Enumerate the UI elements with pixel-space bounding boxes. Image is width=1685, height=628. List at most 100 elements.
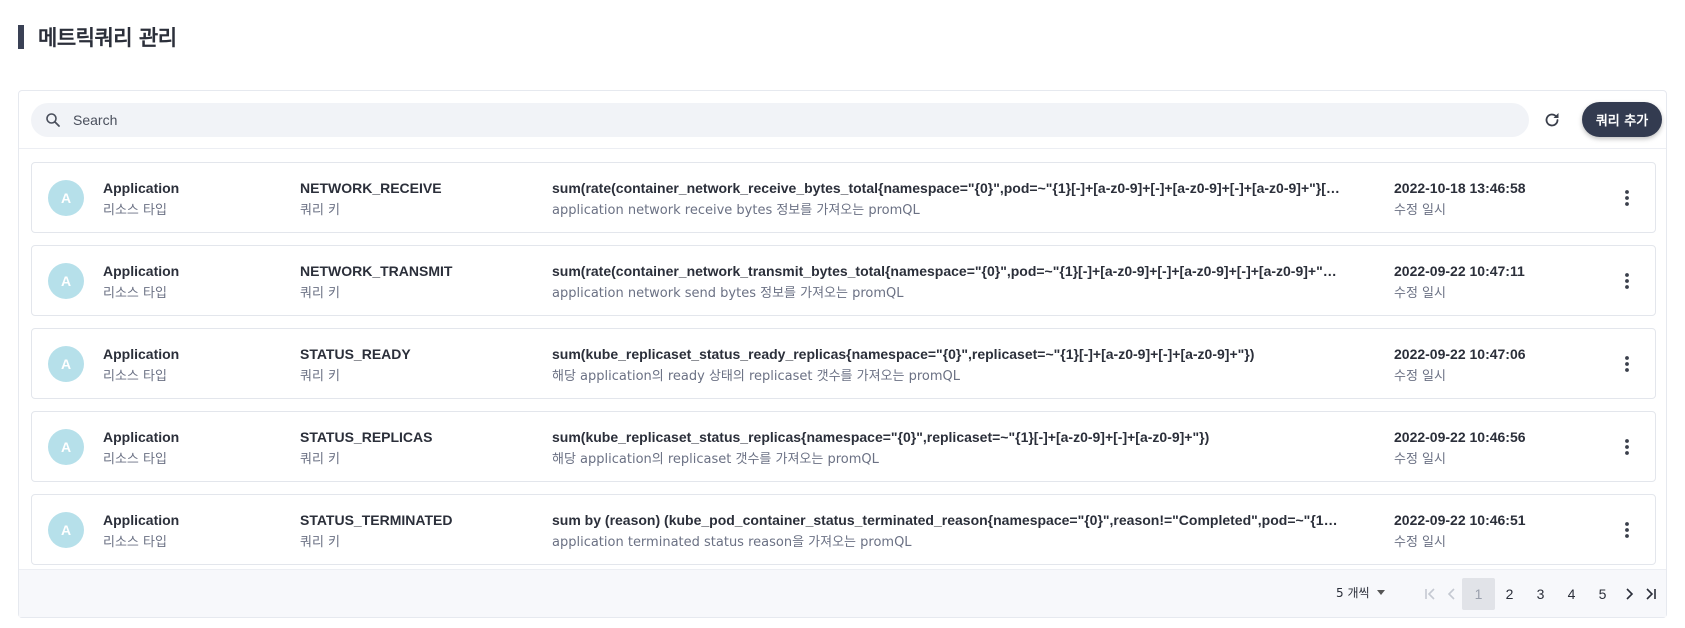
page-number-5[interactable]: 5	[1586, 578, 1619, 610]
caret-down-icon	[1376, 590, 1385, 595]
query-row[interactable]: A Application 리소스 타입 STATUS_TERMINATED 쿼…	[31, 494, 1656, 565]
modified-date-label: 수정 일시	[1394, 369, 1446, 384]
query-expression: sum by (reason) (kube_pod_container_stat…	[552, 512, 1342, 528]
query-description: application terminated status reason을 가져…	[552, 535, 912, 550]
resource-type-cell: Application 리소스 타입	[103, 344, 283, 386]
query-cell: sum by (reason) (kube_pod_container_stat…	[552, 510, 1342, 552]
query-key-cell: STATUS_READY 쿼리 키	[300, 344, 520, 386]
modified-date: 2022-09-22 10:47:11	[1394, 263, 1525, 279]
resource-type: Application	[103, 346, 180, 362]
toolbar: 쿼리 추가	[19, 91, 1666, 149]
page-numbers: 12345	[1462, 578, 1619, 610]
page-size-select[interactable]: 5 개씩	[1336, 584, 1385, 601]
page-title: 메트릭쿼리 관리	[38, 26, 177, 50]
resource-type-label: 리소스 타입	[103, 286, 167, 301]
query-key-label: 쿼리 키	[300, 203, 341, 218]
query-key: STATUS_READY	[300, 346, 411, 362]
more-button[interactable]	[1616, 518, 1638, 542]
query-key-label: 쿼리 키	[300, 535, 341, 550]
modified-date: 2022-09-22 10:47:06	[1394, 346, 1526, 362]
query-list: A Application 리소스 타입 NETWORK_RECEIVE 쿼리 …	[31, 162, 1656, 577]
query-expression: sum(rate(container_network_transmit_byte…	[552, 263, 1342, 279]
refresh-button[interactable]	[1539, 107, 1565, 133]
query-key: NETWORK_TRANSMIT	[300, 263, 453, 279]
page-number-3[interactable]: 3	[1524, 578, 1557, 610]
query-expression: sum(rate(container_network_receive_bytes…	[552, 180, 1342, 196]
query-cell: sum(kube_replicaset_status_ready_replica…	[552, 344, 1342, 386]
query-row[interactable]: A Application 리소스 타입 NETWORK_RECEIVE 쿼리 …	[31, 162, 1656, 233]
modified-date-label: 수정 일시	[1394, 286, 1446, 301]
first-page-icon	[1425, 588, 1435, 600]
query-description: 해당 application의 ready 상태의 replicaset 갯수를…	[552, 369, 961, 384]
query-description: 해당 application의 replicaset 갯수를 가져오는 prom…	[552, 452, 879, 467]
query-row[interactable]: A Application 리소스 타입 STATUS_REPLICAS 쿼리 …	[31, 411, 1656, 482]
resource-type-label: 리소스 타입	[103, 535, 167, 550]
query-row[interactable]: A Application 리소스 타입 NETWORK_TRANSMIT 쿼리…	[31, 245, 1656, 316]
add-query-button[interactable]: 쿼리 추가	[1582, 102, 1662, 137]
query-key: STATUS_TERMINATED	[300, 512, 453, 528]
query-key-label: 쿼리 키	[300, 369, 341, 384]
query-row[interactable]: A Application 리소스 타입 STATUS_READY 쿼리 키 s…	[31, 328, 1656, 399]
page-number-1[interactable]: 1	[1462, 578, 1495, 610]
query-description: application network send bytes 정보를 가져오는 …	[552, 286, 904, 301]
query-key-label: 쿼리 키	[300, 286, 341, 301]
last-page-button[interactable]	[1640, 579, 1662, 609]
avatar: A	[48, 180, 84, 216]
modified-date-label: 수정 일시	[1394, 203, 1446, 218]
more-button[interactable]	[1616, 352, 1638, 376]
avatar: A	[48, 429, 84, 465]
modified-date-cell: 2022-09-22 10:47:11 수정 일시	[1394, 261, 1594, 303]
page-size-label: 5 개씩	[1336, 586, 1370, 600]
search-box[interactable]	[31, 103, 1529, 137]
more-vertical-icon	[1625, 273, 1629, 289]
query-cell: sum(rate(container_network_receive_bytes…	[552, 178, 1342, 220]
chevron-left-icon	[1447, 588, 1455, 600]
query-cell: sum(rate(container_network_transmit_byte…	[552, 261, 1342, 303]
modified-date-cell: 2022-09-22 10:47:06 수정 일시	[1394, 344, 1594, 386]
pagination-bar: 5 개씩 12345	[19, 569, 1666, 617]
avatar: A	[48, 346, 84, 382]
modified-date-cell: 2022-09-22 10:46:56 수정 일시	[1394, 427, 1594, 469]
resource-type-cell: Application 리소스 타입	[103, 510, 283, 552]
title-accent-bar	[18, 25, 24, 49]
refresh-icon	[1545, 113, 1559, 127]
next-page-button[interactable]	[1618, 579, 1640, 609]
resource-type-label: 리소스 타입	[103, 369, 167, 384]
resource-type-cell: Application 리소스 타입	[103, 427, 283, 469]
modified-date: 2022-10-18 13:46:58	[1394, 180, 1526, 196]
query-key-cell: NETWORK_TRANSMIT 쿼리 키	[300, 261, 520, 303]
search-input[interactable]	[73, 112, 1473, 128]
modified-date-label: 수정 일시	[1394, 452, 1446, 467]
modified-date: 2022-09-22 10:46:56	[1394, 429, 1526, 445]
more-vertical-icon	[1625, 356, 1629, 372]
more-button[interactable]	[1616, 186, 1638, 210]
query-cell: sum(kube_replicaset_status_replicas{name…	[552, 427, 1342, 469]
avatar: A	[48, 263, 84, 299]
prev-page-button[interactable]	[1441, 579, 1463, 609]
query-description: application network receive bytes 정보를 가져…	[552, 203, 920, 218]
page-number-4[interactable]: 4	[1555, 578, 1588, 610]
more-button[interactable]	[1616, 435, 1638, 459]
page-number-2[interactable]: 2	[1493, 578, 1526, 610]
resource-type: Application	[103, 180, 180, 196]
query-key-cell: STATUS_REPLICAS 쿼리 키	[300, 427, 520, 469]
more-button[interactable]	[1616, 269, 1638, 293]
resource-type: Application	[103, 512, 180, 528]
more-vertical-icon	[1625, 439, 1629, 455]
modified-date-cell: 2022-10-18 13:46:58 수정 일시	[1394, 178, 1594, 220]
query-key: NETWORK_RECEIVE	[300, 180, 442, 196]
resource-type: Application	[103, 263, 180, 279]
more-vertical-icon	[1625, 522, 1629, 538]
query-key-cell: STATUS_TERMINATED 쿼리 키	[300, 510, 520, 552]
modified-date-cell: 2022-09-22 10:46:51 수정 일시	[1394, 510, 1594, 552]
resource-type-cell: Application 리소스 타입	[103, 261, 283, 303]
query-key: STATUS_REPLICAS	[300, 429, 433, 445]
resource-type: Application	[103, 429, 180, 445]
query-key-cell: NETWORK_RECEIVE 쿼리 키	[300, 178, 520, 220]
query-expression: sum(kube_replicaset_status_ready_replica…	[552, 346, 1255, 362]
query-key-label: 쿼리 키	[300, 452, 341, 467]
query-panel: 쿼리 추가 A Application 리소스 타입 NETWORK_RECEI…	[18, 90, 1667, 618]
more-vertical-icon	[1625, 190, 1629, 206]
first-page-button[interactable]	[1419, 579, 1441, 609]
modified-date: 2022-09-22 10:46:51	[1394, 512, 1526, 528]
